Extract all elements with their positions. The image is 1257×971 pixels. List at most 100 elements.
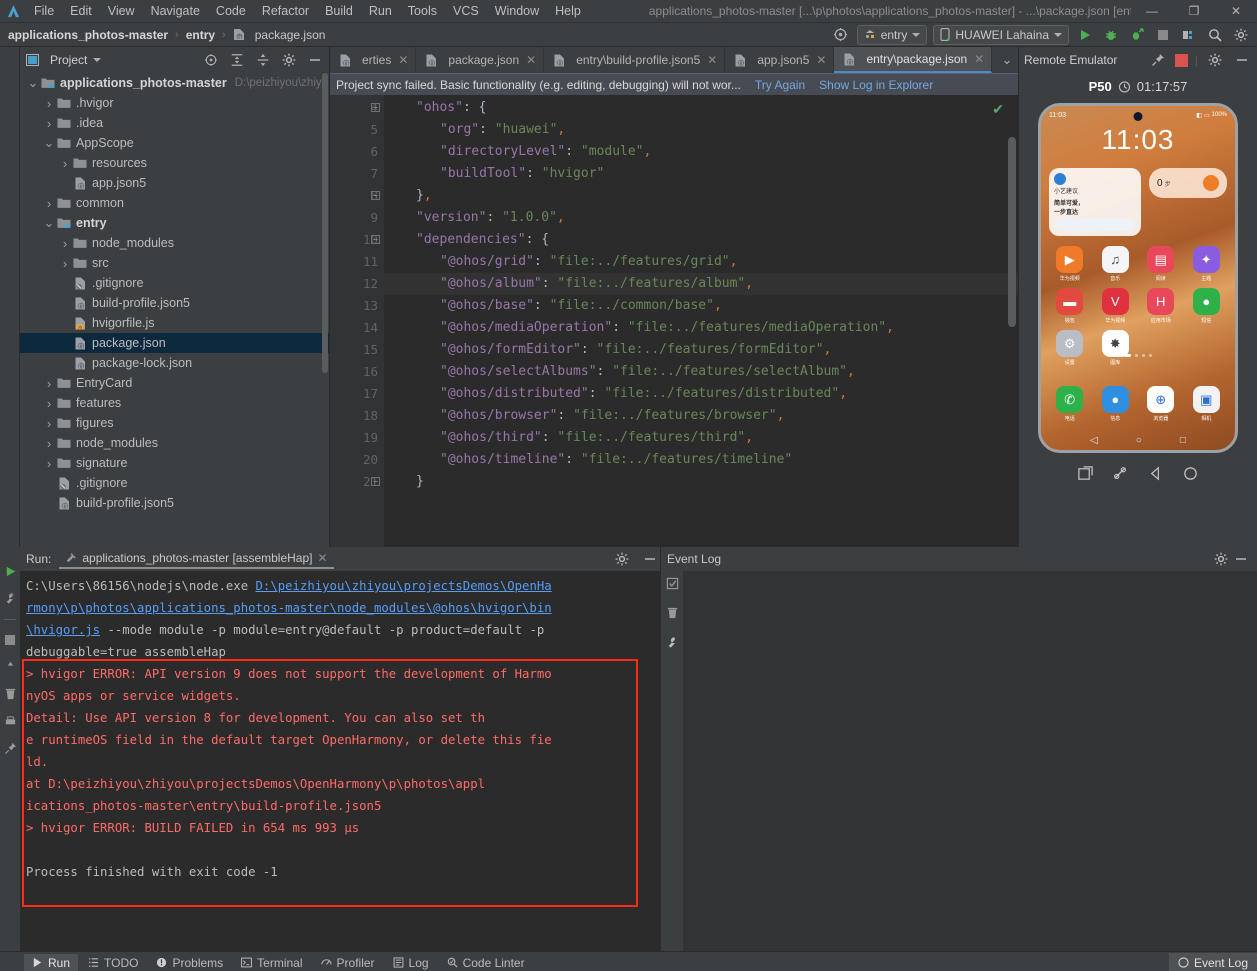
home-app-item[interactable]: H 应用市场 (1147, 288, 1175, 324)
chevron-right-icon[interactable]: › (42, 456, 56, 471)
run-console-output[interactable]: C:\Users\86156\nodejs\node.exe D:\peizhi… (20, 571, 660, 951)
stop-icon[interactable] (1153, 25, 1173, 45)
tree-node-app-json5[interactable]: {} app.json5 (20, 173, 329, 193)
code-line[interactable]: "directoryLevel": "module", (384, 141, 1018, 163)
close-tab-icon[interactable]: ✕ (974, 52, 984, 66)
hide-pane-icon-emulator[interactable] (1232, 50, 1252, 70)
code-line[interactable]: "@ohos/album": "file:../features/album", (384, 273, 1018, 295)
home-app-item[interactable]: ▬ 钱包 (1056, 288, 1084, 324)
menu-tools[interactable]: Tools (400, 2, 445, 20)
tree-node-hvigorfile-js[interactable]: JS hvigorfile.js (20, 313, 329, 333)
dock-app-item[interactable]: ⊕ 浏览器 (1147, 386, 1175, 422)
delete-icon[interactable] (4, 687, 17, 701)
editor-tab-bar[interactable]: {} erties ✕ {} package.json ✕ {} entry\build-pr… (330, 47, 1018, 73)
home-app-item[interactable]: ● 短信 (1192, 288, 1220, 324)
close-tab-icon[interactable]: ✕ (816, 53, 826, 67)
settings-gear-icon[interactable] (1231, 25, 1251, 45)
tree-node-signature[interactable]: › signature (20, 453, 329, 473)
search-icon[interactable] (1205, 25, 1225, 45)
chevron-right-icon[interactable]: › (42, 116, 56, 131)
tree-node-package-lock-json[interactable]: {} package-lock.json (20, 353, 329, 373)
close-tab-icon[interactable]: ✕ (317, 551, 327, 565)
tab-list-chevron-down-icon[interactable]: ⌄ (996, 47, 1018, 73)
target-icon[interactable] (831, 25, 851, 45)
tree-node--gitignore[interactable]: .gitignore (20, 273, 329, 293)
breadcrumb-module[interactable]: entry (184, 28, 217, 42)
maximize-button[interactable]: ❐ (1173, 0, 1215, 23)
console-path-link-3[interactable]: \hvigor.js (26, 623, 100, 637)
expand-all-icon[interactable] (227, 50, 247, 70)
menu-edit[interactable]: Edit (62, 2, 100, 20)
menu-code[interactable]: Code (208, 2, 254, 20)
tree-node-build-profile-json5[interactable]: {} build-profile.json5 (20, 493, 329, 513)
chevron-down-icon[interactable]: ⌄ (42, 135, 56, 151)
code-fold-icon[interactable]: − (371, 103, 380, 112)
steps-widget-card[interactable]: 0 步 (1149, 168, 1227, 198)
phone-nav-bar[interactable]: ◁ ○ □ (1041, 435, 1235, 446)
tree-node-appscope[interactable]: ⌄ AppScope (20, 133, 329, 153)
code-fold-icon[interactable]: − (371, 477, 380, 486)
editor-tab[interactable]: {} app.json5 ✕ (725, 47, 835, 73)
code-line[interactable]: "@ohos/timeline": "file:../features/time… (384, 449, 1018, 471)
home-circle-icon[interactable] (1182, 465, 1199, 482)
attach-debugger-icon[interactable] (1127, 25, 1147, 45)
menu-build[interactable]: Build (317, 2, 361, 20)
settings-gear-icon-emulator[interactable] (1205, 50, 1225, 70)
back-icon[interactable] (1147, 465, 1164, 482)
tree-node--gitignore[interactable]: .gitignore (20, 473, 329, 493)
minimize-button[interactable]: — (1131, 0, 1173, 23)
show-log-in-explorer-link[interactable]: Show Log in Explorer (819, 78, 933, 92)
hide-pane-icon-eventlog[interactable] (1231, 549, 1251, 569)
print-icon[interactable] (4, 715, 17, 728)
assistant-widget-button[interactable] (1055, 218, 1135, 231)
try-again-link[interactable]: Try Again (755, 78, 805, 92)
code-line[interactable]: "@ohos/browser": "file:../features/brows… (384, 405, 1018, 427)
code-line[interactable]: "@ohos/mediaOperation": "file:../feature… (384, 317, 1018, 339)
tool-window-button-problems[interactable]: Problems (148, 954, 231, 971)
close-tab-icon[interactable]: ✕ (526, 53, 536, 67)
code-line[interactable]: "buildTool": "hvigor" (384, 163, 1018, 185)
rotate-icon[interactable] (1112, 465, 1129, 482)
tree-node--hvigor[interactable]: › .hvigor (20, 93, 329, 113)
menu-run[interactable]: Run (361, 2, 400, 20)
dock-app-item[interactable]: ✆ 电话 (1056, 386, 1084, 422)
assistant-widget-card[interactable]: 小艺建议 简单可爱， 一步直达 (1049, 168, 1141, 236)
code-line[interactable]: "@ohos/grid": "file:../features/grid", (384, 251, 1018, 273)
inspection-ok-icon[interactable]: ✔ (992, 101, 1004, 118)
run-settings-wrench-icon[interactable] (4, 592, 17, 605)
menu-view[interactable]: View (100, 2, 143, 20)
hide-pane-icon[interactable] (305, 50, 325, 70)
run-configuration-tab[interactable]: applications_photos-master [assembleHap]… (59, 549, 334, 569)
chevron-down-icon[interactable]: ⌄ (42, 215, 56, 231)
tool-window-button-run[interactable]: Run (24, 953, 79, 971)
home-app-item[interactable]: ♫ 音乐 (1101, 246, 1129, 282)
run-configuration-selector[interactable]: entry (856, 24, 928, 45)
pin-icon[interactable] (1148, 50, 1168, 70)
scroll-from-source-icon[interactable] (201, 50, 221, 70)
device-selector[interactable]: HUAWEI Lahaina (933, 24, 1069, 45)
tree-node--idea[interactable]: › .idea (20, 113, 329, 133)
tree-node-package-json[interactable]: {} package.json (20, 333, 329, 353)
chevron-right-icon[interactable]: › (58, 236, 72, 251)
mark-read-icon[interactable] (666, 577, 679, 590)
code-fold-icon[interactable]: − (371, 235, 380, 244)
tree-node-build-profile-json5[interactable]: {} build-profile.json5 (20, 293, 329, 313)
rerun-icon[interactable] (4, 565, 17, 578)
tree-node-features[interactable]: › features (20, 393, 329, 413)
nav-recents-icon[interactable]: □ (1180, 435, 1186, 446)
tree-node-node-modules[interactable]: › node_modules (20, 233, 329, 253)
pin-tab-icon[interactable] (4, 742, 17, 755)
tool-window-button-terminal[interactable]: Terminal (233, 954, 310, 971)
code-line[interactable]: "version": "1.0.0", (384, 207, 1018, 229)
code-line[interactable]: "@ohos/distributed": "file:../features/d… (384, 383, 1018, 405)
console-path-link-2[interactable]: rmony\p\photos\applications_photos-maste… (26, 601, 552, 615)
editor-tab[interactable]: {} erties ✕ (330, 47, 417, 73)
editor-tab[interactable]: {} package.json ✕ (416, 47, 545, 73)
code-line[interactable]: } (384, 471, 1018, 493)
home-app-item[interactable]: ✦ 主题 (1192, 246, 1220, 282)
code-line[interactable]: "@ohos/selectAlbums": "file:../features/… (384, 361, 1018, 383)
tool-window-button-code-linter[interactable]: Code Linter (439, 954, 533, 971)
chevron-right-icon[interactable]: › (42, 96, 56, 111)
code-line[interactable]: "ohos": { (384, 97, 1018, 119)
home-dock[interactable]: ✆ 电话 ● 信息 ⊕ 浏览器 ▣ 相机 (1047, 386, 1229, 422)
